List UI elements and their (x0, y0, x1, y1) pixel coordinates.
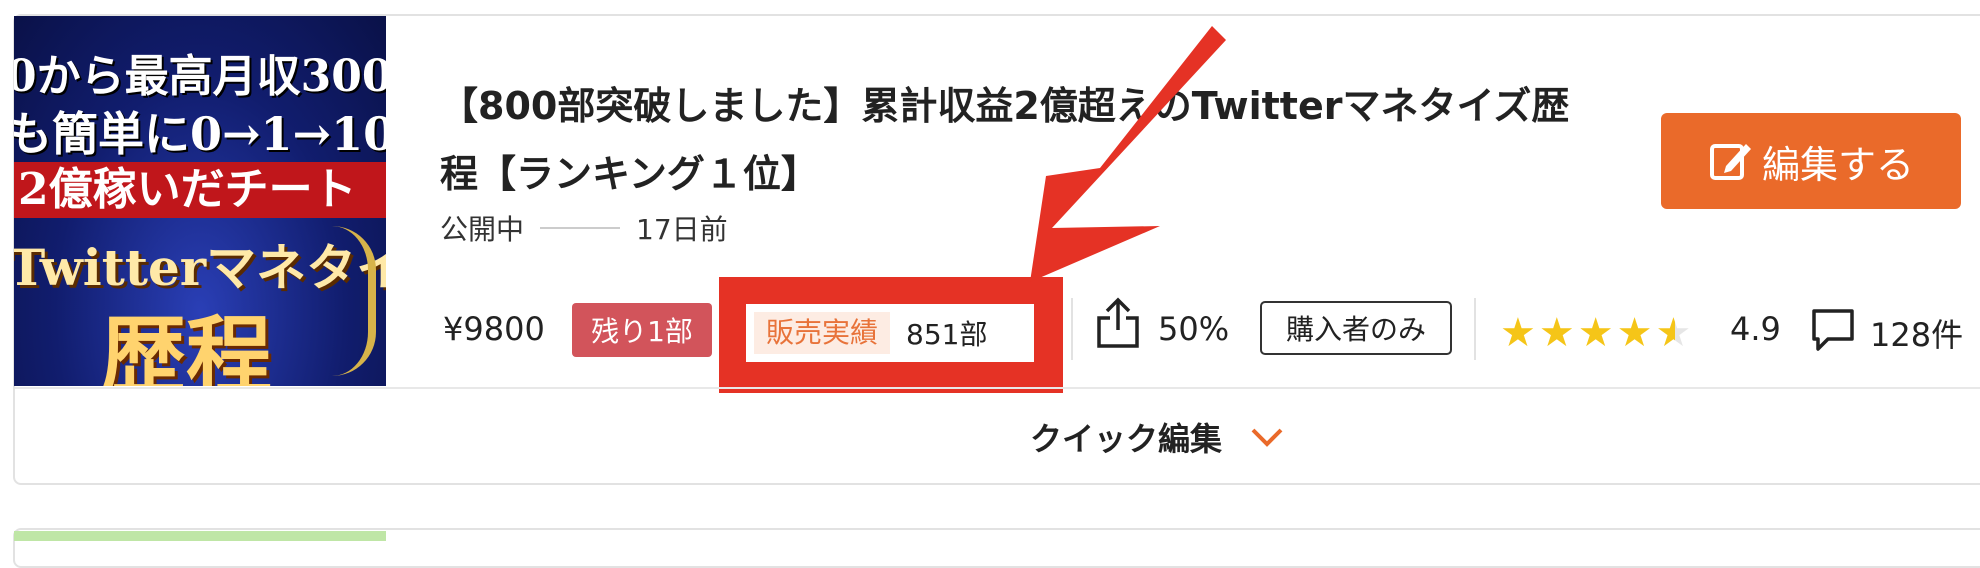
remaining-badge: 残り1部 (572, 303, 712, 357)
article-price: ¥9800 (443, 310, 545, 348)
publish-status: 公開中 (440, 213, 525, 246)
published-ago: 17日前 (636, 213, 728, 246)
rating-value: 4.9 (1730, 310, 1781, 348)
article-thumbnail[interactable]: 0から最高月収3000万 も簡単に0→1→100 2億稼いだチート Twitte… (14, 16, 386, 386)
edit-button-label: 編集する (1761, 142, 1914, 187)
quick-edit-divider (15, 387, 1980, 389)
buyers-only-badge: 購入者のみ (1260, 301, 1452, 355)
publish-status-row: 公開中 17日前 (440, 208, 728, 248)
chevron-down-icon (1251, 428, 1283, 447)
comment-count: 128件 (1870, 316, 1964, 354)
sales-count: 851部 (906, 318, 988, 351)
sales-record: 販売実績 851部 (746, 304, 1034, 362)
share-rate: 50% (1158, 310, 1230, 348)
edit-button[interactable]: 編集する (1661, 113, 1961, 209)
star-icon: ★ (1616, 310, 1653, 356)
star-half-icon: ★ (1655, 310, 1692, 356)
share-icon[interactable] (1093, 296, 1143, 350)
laurel-icon (332, 226, 376, 376)
article-title[interactable]: 【800部突破しました】累計収益2億超えのTwitterマネタイズ歴程【ランキン… (440, 72, 1590, 208)
rating-stars: ★ ★ ★ ★ ★ (1500, 310, 1694, 356)
thumbnail-text-line-1: 0から最高月収3000万 (14, 51, 386, 102)
star-icon: ★ (1577, 310, 1614, 356)
quick-edit-label: クイック編集 (1030, 420, 1223, 458)
thumbnail-text-line-3: 2億稼いだチート (14, 162, 386, 218)
stats-divider (1071, 298, 1073, 360)
sales-label: 販売実績 (754, 312, 891, 354)
comment-icon[interactable] (1810, 307, 1856, 353)
thumbnail-text-line-2: も簡単に0→1→100 (14, 107, 386, 161)
thumbnail-text-line-5: 歴程 (100, 306, 272, 386)
next-article-thumbnail[interactable] (14, 531, 386, 541)
status-divider (540, 227, 621, 229)
quick-edit-toggle[interactable]: クイック編集 (1030, 412, 1284, 462)
edit-pencil-icon (1709, 144, 1751, 180)
stats-divider (1474, 298, 1476, 360)
star-icon: ★ (1538, 310, 1575, 356)
star-icon: ★ (1500, 310, 1536, 356)
